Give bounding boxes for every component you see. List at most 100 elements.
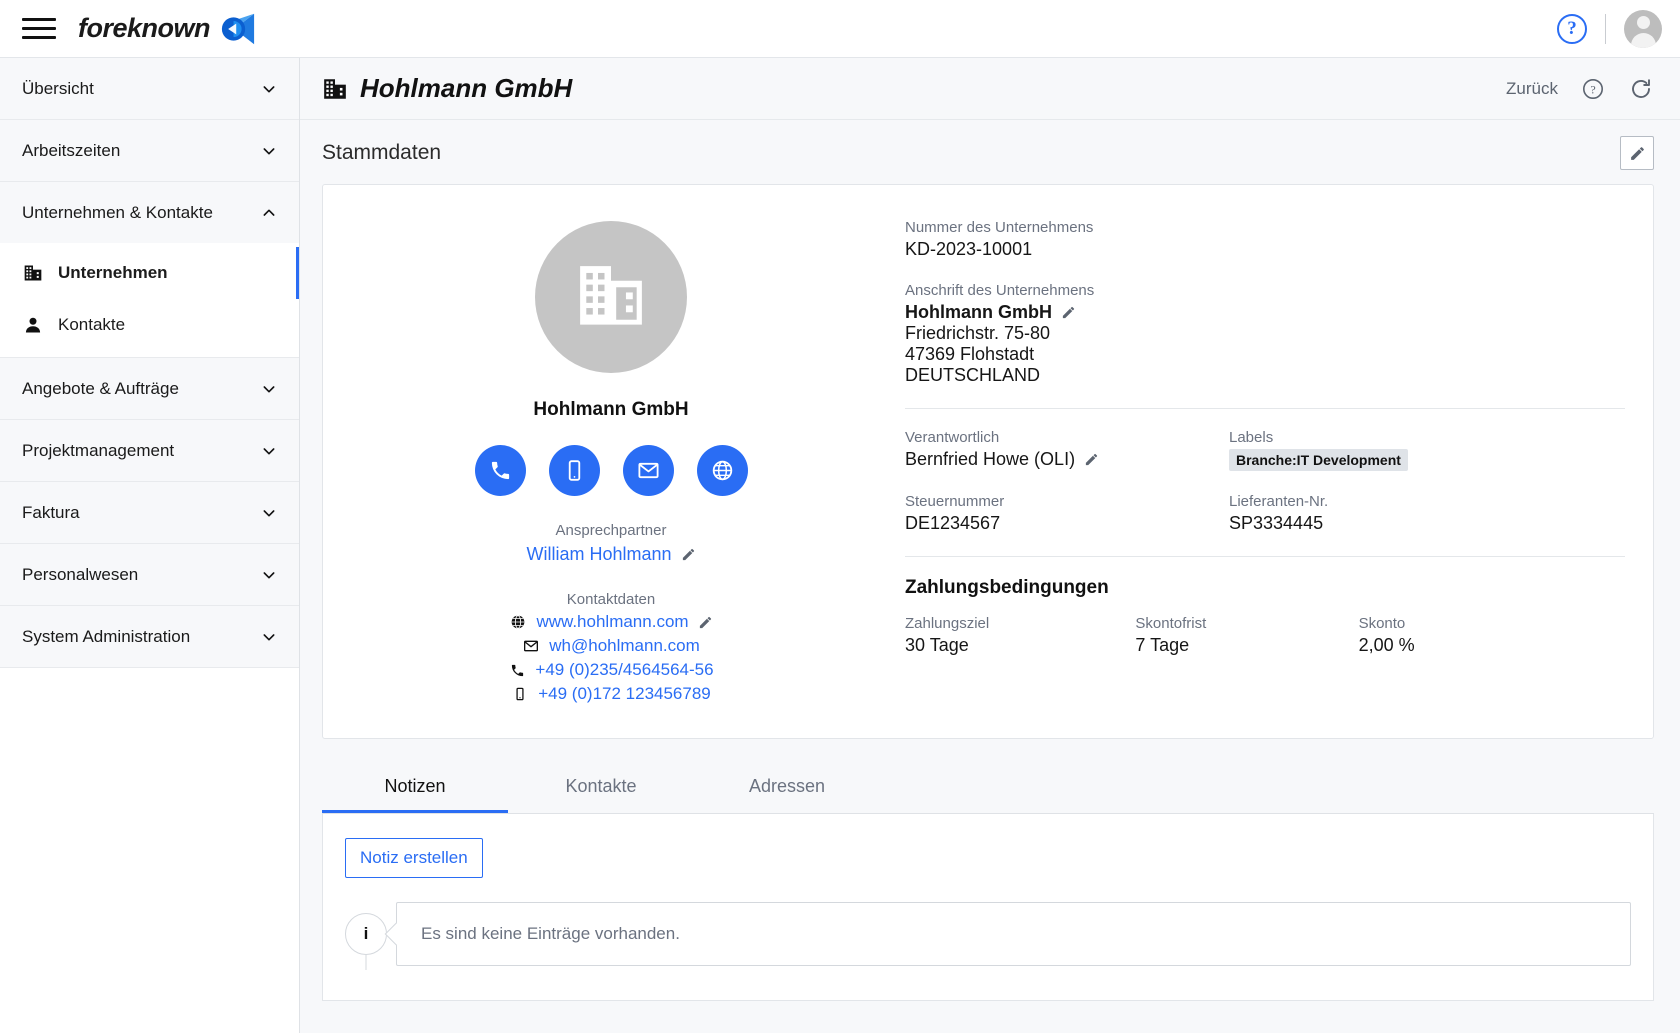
brand-logo[interactable]: foreknown <box>78 12 258 46</box>
field-value: 7 Tage <box>1135 635 1190 655</box>
divider <box>905 556 1625 557</box>
user-avatar-icon[interactable] <box>1624 9 1662 48</box>
stammdaten-card: Hohlmann GmbH Ansprechpartner William Ho… <box>322 184 1654 739</box>
contact-line-phone: +49 (0)235/4564564-56 <box>508 660 714 680</box>
topbar-actions: ? <box>1557 9 1662 48</box>
empty-message-box: Es sind keine Einträge vorhanden. <box>396 902 1631 966</box>
address-company-row: Hohlmann GmbH <box>905 302 1625 323</box>
hamburger-menu-icon[interactable] <box>22 15 56 43</box>
chevron-up-icon <box>263 209 275 216</box>
help-circle-icon[interactable]: ? <box>1557 13 1587 44</box>
page-title: Hohlmann GmbH <box>322 73 572 104</box>
address-city: 47369 Flohstadt <box>905 344 1035 364</box>
field-company-address: Anschrift des Unternehmens Hohlmann GmbH… <box>905 282 1625 386</box>
info-stem <box>365 954 367 970</box>
sidebar-group-header-arbeitszeiten[interactable]: Arbeitszeiten <box>0 120 299 181</box>
create-note-button[interactable]: Notiz erstellen <box>345 838 483 878</box>
divider <box>905 408 1625 409</box>
sidebar-item-label: Kontakte <box>58 315 126 334</box>
address-country: DEUTSCHLAND <box>905 365 1041 385</box>
phone-link[interactable]: +49 (0)235/4564564-56 <box>535 660 713 680</box>
empty-message: Es sind keine Einträge vorhanden. <box>421 924 680 943</box>
website-link[interactable]: www.hohlmann.com <box>536 612 688 632</box>
pencil-icon[interactable] <box>1084 452 1099 467</box>
help-circle-icon[interactable]: ? <box>1580 76 1606 102</box>
pencil-icon <box>1630 146 1644 160</box>
mail-icon <box>637 462 659 479</box>
sidebar-group-header-system-administration[interactable]: System Administration <box>0 606 299 667</box>
field-label: Lieferanten-Nr. <box>1229 493 1329 510</box>
field-tax-number: Steuernummer DE1234567 <box>905 493 1229 534</box>
page-title-text: Hohlmann GmbH <box>360 73 573 103</box>
building-icon <box>22 262 44 284</box>
divider <box>1605 13 1606 44</box>
app-shell: Übersicht Arbeitszeiten Unternehmen & Ko… <box>0 58 1680 1033</box>
sidebar-subitems: Unternehmen Kontakte <box>0 243 299 357</box>
chevron-down-icon <box>263 385 275 392</box>
chevron-down-icon <box>263 85 275 92</box>
field-label: Verantwortlich <box>905 429 1000 446</box>
email-link[interactable]: wh@hohlmann.com <box>549 636 700 656</box>
contact-person-link[interactable]: William Hohlmann <box>526 544 671 565</box>
sidebar-group-header-projektmanagement[interactable]: Projektmanagement <box>0 420 299 481</box>
top-bar: foreknown ? <box>0 0 1680 58</box>
tab-notizen[interactable]: Notizen <box>322 761 508 813</box>
field-value: 30 Tage <box>905 635 969 655</box>
address-street: Friedrichstr. 75-80 <box>905 323 1051 343</box>
building-icon <box>580 266 642 325</box>
responsible-row: Bernfried Howe (OLI) <box>905 449 1229 470</box>
main-content: Hohlmann GmbH Zurück ? Stammdaten Hohlma… <box>300 58 1680 1033</box>
refresh-icon[interactable] <box>1628 76 1654 102</box>
sidebar: Übersicht Arbeitszeiten Unternehmen & Ko… <box>0 58 300 1033</box>
field-labels: Labels Branche:IT Development <box>1229 429 1625 471</box>
mail-icon <box>522 637 540 655</box>
chevron-down-icon <box>263 571 275 578</box>
phone-icon <box>508 661 526 679</box>
sidebar-group-header-unternehmen-kontakte[interactable]: Unternehmen & Kontakte <box>0 182 299 243</box>
field-payment-target: Zahlungsziel 30 Tage <box>905 615 1135 656</box>
field-value: 2,00 % <box>1358 635 1415 655</box>
field-label: Skontofrist <box>1135 615 1207 632</box>
brand-name: foreknown <box>78 13 211 43</box>
pencil-icon[interactable] <box>698 615 713 630</box>
sidebar-group-system-administration: System Administration <box>0 606 299 668</box>
sidebar-group-label: Angebote & Aufträge <box>22 378 179 398</box>
sidebar-group-projektmanagement: Projektmanagement <box>0 420 299 482</box>
company-avatar <box>535 221 687 373</box>
tab-bar: Notizen Kontakte Adressen <box>322 761 1654 814</box>
website-button[interactable] <box>696 445 748 496</box>
contact-action-buttons <box>474 445 748 496</box>
pencil-icon[interactable] <box>1061 305 1076 320</box>
mobile-link[interactable]: +49 (0)172 123456789 <box>538 684 711 704</box>
section-title: Stammdaten <box>322 141 442 164</box>
tab-panel-notizen: Notiz erstellen i Es sind keine Einträge… <box>322 814 1654 1001</box>
sidebar-group-uebersicht: Übersicht <box>0 58 299 120</box>
contact-line-email: wh@hohlmann.com <box>522 636 700 656</box>
pencil-icon[interactable] <box>681 547 696 562</box>
status-badge: Branche:IT Development <box>1229 449 1408 471</box>
sidebar-item-unternehmen[interactable]: Unternehmen <box>0 247 299 299</box>
email-button[interactable] <box>622 445 674 496</box>
sidebar-group-header-uebersicht[interactable]: Übersicht <box>0 58 299 119</box>
sidebar-group-header-faktura[interactable]: Faktura <box>0 482 299 543</box>
sidebar-group-unternehmen-kontakte: Unternehmen & Kontakte Unternehmen Konta… <box>0 182 299 358</box>
tab-kontakte[interactable]: Kontakte <box>508 761 694 813</box>
sidebar-group-faktura: Faktura <box>0 482 299 544</box>
sidebar-group-arbeitszeiten: Arbeitszeiten <box>0 120 299 182</box>
field-discount-period: Skontofrist 7 Tage <box>1135 615 1358 656</box>
mobile-icon <box>511 685 529 703</box>
sidebar-item-kontakte[interactable]: Kontakte <box>0 299 299 351</box>
phone-icon <box>491 461 509 480</box>
back-button[interactable]: Zurück <box>1506 79 1558 99</box>
edit-stammdaten-button[interactable] <box>1620 136 1654 170</box>
page-header-actions: Zurück ? <box>1506 76 1654 102</box>
field-label: Nummer des Unternehmens <box>905 219 1094 236</box>
tab-adressen[interactable]: Adressen <box>694 761 880 813</box>
sidebar-group-header-personalwesen[interactable]: Personalwesen <box>0 544 299 605</box>
field-label: Skonto <box>1358 615 1406 632</box>
sidebar-group-header-angebote-auftraege[interactable]: Angebote & Aufträge <box>0 358 299 419</box>
sidebar-group-label: Projektmanagement <box>22 440 175 460</box>
company-name: Hohlmann GmbH <box>533 399 689 420</box>
call-button[interactable] <box>474 445 526 496</box>
mobile-button[interactable] <box>548 445 600 496</box>
